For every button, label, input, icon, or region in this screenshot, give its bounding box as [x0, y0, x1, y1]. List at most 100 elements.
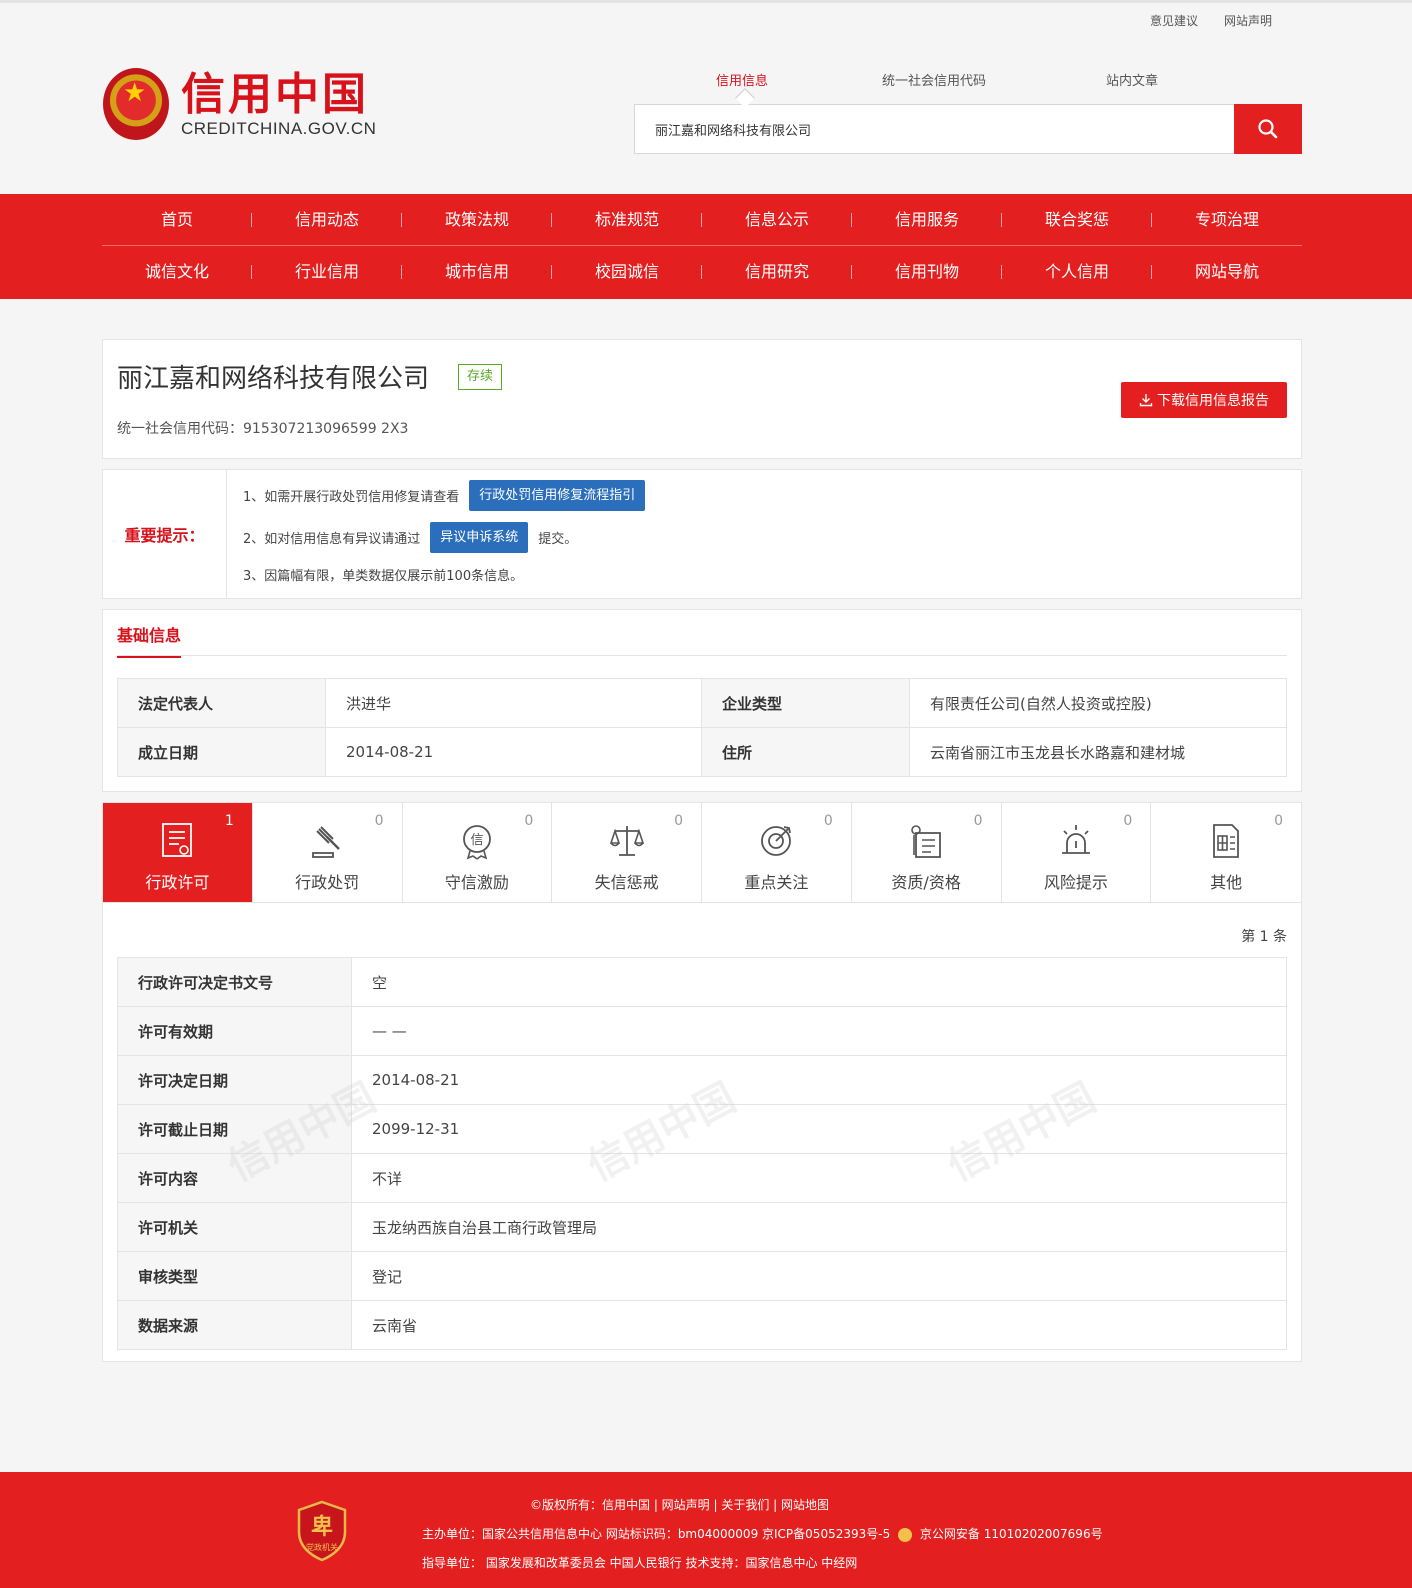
search-icon: [1258, 119, 1278, 139]
main-nav: 首页 信用动态 政策法规 标准规范 信息公示 信用服务 联合奖惩 专项治理 诚信…: [0, 194, 1412, 299]
field-label: 许可有效期: [117, 1006, 352, 1056]
search-input[interactable]: [635, 105, 1234, 153]
table-row: 许可有效期 — —: [117, 1006, 1287, 1056]
nav-item-campus-integrity[interactable]: 校园诚信: [552, 246, 702, 298]
objection-system-button[interactable]: 异议申诉系统: [430, 522, 529, 553]
tab-other[interactable]: 0 其他: [1151, 803, 1301, 902]
scale-icon: [609, 826, 644, 856]
tab-label: 守信激励: [444, 873, 509, 892]
nav-item-industry-credit[interactable]: 行业信用: [252, 246, 402, 298]
notice-line-2: 2、如对信用信息有异议请通过 异议申诉系统 提交。: [243, 522, 577, 553]
nav-item-special-governance[interactable]: 专项治理: [1152, 194, 1302, 246]
nav-item-credit-journals[interactable]: 信用刊物: [852, 246, 1002, 298]
site-logo[interactable]: ★ 信用中国 CREDITCHINA.GOV.CN: [103, 68, 376, 140]
tab-credit-incentive[interactable]: 0 信 守信激励: [403, 803, 553, 902]
nav-item-rewards-penalties[interactable]: 联合奖惩: [1002, 194, 1152, 246]
tab-admin-license[interactable]: 1 行政许可: [103, 803, 253, 902]
nav-item-credit-research[interactable]: 信用研究: [702, 246, 852, 298]
tab-admin-penalty[interactable]: 0 行政处罚: [253, 803, 403, 902]
field-value: 空: [351, 957, 1287, 1007]
field-label: 许可截止日期: [117, 1104, 352, 1154]
nav-item-standards[interactable]: 标准规范: [552, 194, 702, 246]
field-value: 有限责任公司(自然人投资或控股): [909, 678, 1287, 728]
field-label: 审核类型: [117, 1251, 352, 1301]
field-label: 法定代表人: [117, 678, 326, 728]
table-row: 审核类型 登记: [117, 1251, 1287, 1301]
footer-links[interactable]: ©版权所有：信用中国 | 网站声明 | 关于我们 | 网站地图: [530, 1496, 829, 1513]
svg-text:党政机关: 党政机关: [306, 1542, 338, 1552]
field-value: 不详: [351, 1153, 1287, 1203]
tab-dishonesty-penalty[interactable]: 0 失信惩戒: [552, 803, 702, 902]
notice-text-2-suffix: 提交。: [538, 532, 578, 547]
notice-line-1: 1、如需开展行政处罚信用修复请查看 行政处罚信用修复流程指引: [243, 480, 646, 511]
download-report-button[interactable]: 下载信用信息报告: [1121, 382, 1287, 418]
search-tab-credit-info[interactable]: 信用信息: [716, 70, 768, 89]
police-badge-icon: [898, 1527, 913, 1542]
nav-item-disclosure[interactable]: 信息公示: [702, 194, 852, 246]
table-row: 数据来源 云南省: [117, 1300, 1287, 1350]
nav-item-city-credit[interactable]: 城市信用: [402, 246, 552, 298]
basic-info-panel: 基础信息 法定代表人 洪进华 企业类型 有限责任公司(自然人投资或控股) 成立日…: [102, 609, 1302, 792]
tab-label: 行政许可: [145, 873, 210, 892]
table-row: 法定代表人 洪进华 企业类型 有限责任公司(自然人投资或控股): [117, 678, 1287, 728]
download-icon: [1139, 394, 1153, 407]
search-tabs: 信用信息 统一社会信用代码 站内文章: [634, 70, 1294, 90]
nav-row-2: 诚信文化 行业信用 城市信用 校园诚信 信用研究 信用刊物 个人信用 网站导航: [102, 246, 1302, 298]
basic-info-title: 基础信息: [117, 622, 182, 658]
field-label: 企业类型: [701, 678, 910, 728]
field-label: 成立日期: [117, 727, 326, 777]
search-box: [634, 104, 1234, 154]
footer-police-record[interactable]: 京公网安备 11010202007696号: [920, 1527, 1103, 1541]
field-label: 许可机关: [117, 1202, 352, 1252]
nav-item-integrity-culture[interactable]: 诚信文化: [102, 246, 252, 298]
field-label: 住所: [701, 727, 910, 777]
table-row: 许可决定日期 2014-08-21: [117, 1055, 1287, 1105]
target-icon: [761, 826, 792, 856]
record-index: 第 1 条: [1241, 929, 1287, 945]
nav-item-credit-service[interactable]: 信用服务: [852, 194, 1002, 246]
table-row: 许可截止日期 2099-12-31: [117, 1104, 1287, 1154]
svg-text:卑: 卑: [311, 1514, 333, 1540]
tab-label: 行政处罚: [295, 873, 360, 892]
footer-sponsor-text: 主办单位：国家公共信用信息中心 网站标识码：bm04000009 京ICP备05…: [422, 1527, 891, 1541]
svg-text:信: 信: [470, 833, 483, 848]
record-tabs: 1 行政许可 0 行政处罚 0 信 守信激励 0 失信惩戒 0 重点关注 0 资…: [103, 803, 1301, 903]
company-header-panel: 丽江嘉和网络科技有限公司 存续 统一社会信用代码：915307213096599…: [102, 339, 1302, 459]
tab-label: 重点关注: [744, 873, 809, 892]
field-value: 2099-12-31: [351, 1104, 1287, 1154]
nav-row-1: 首页 信用动态 政策法规 标准规范 信息公示 信用服务 联合奖惩 专项治理: [102, 194, 1302, 246]
table-row: 行政许可决定书文号空: [117, 957, 1287, 1007]
nav-item-policy[interactable]: 政策法规: [402, 194, 552, 246]
nav-item-personal-credit[interactable]: 个人信用: [1002, 246, 1152, 298]
field-value: 2014-08-21: [351, 1055, 1287, 1105]
other-doc-icon: [1213, 824, 1240, 858]
search-tab-articles[interactable]: 站内文章: [1106, 70, 1158, 89]
tab-label: 风险提示: [1043, 873, 1108, 892]
national-emblem-icon: ★: [103, 68, 169, 140]
gavel-icon: [312, 826, 340, 858]
repair-guide-button[interactable]: 行政处罚信用修复流程指引: [469, 480, 646, 511]
site-footer: 卑 党政机关 ©版权所有：信用中国 | 网站声明 | 关于我们 | 网站地图 主…: [0, 1472, 1412, 1588]
tab-qualification[interactable]: 0 资质/资格: [852, 803, 1002, 902]
field-value: — —: [351, 1006, 1287, 1056]
field-value: 玉龙纳西族自治县工商行政管理局: [351, 1202, 1287, 1252]
site-statement-link[interactable]: 网站声明: [1224, 12, 1272, 29]
party-government-badge-icon: 卑 党政机关: [297, 1500, 347, 1562]
section-divider: [117, 655, 1287, 656]
feedback-link[interactable]: 意见建议: [1150, 12, 1198, 29]
field-label: 许可决定日期: [117, 1055, 352, 1105]
tab-key-attention[interactable]: 0 重点关注: [702, 803, 852, 902]
nav-item-site-nav[interactable]: 网站导航: [1152, 246, 1302, 298]
field-value: 2014-08-21: [325, 727, 702, 777]
basic-info-table: 法定代表人 洪进华 企业类型 有限责任公司(自然人投资或控股) 成立日期 201…: [117, 678, 1287, 777]
nav-item-home[interactable]: 首页: [102, 194, 252, 246]
tab-risk-warning[interactable]: 0 风险提示: [1002, 803, 1152, 902]
table-row: 成立日期 2014-08-21 住所 云南省丽江市玉龙县长水路嘉和建材城: [117, 727, 1287, 777]
certificate-icon: [911, 825, 942, 858]
notice-line-3: 3、因篇幅有限，单类数据仅展示前100条信息。: [243, 565, 523, 584]
notice-text-2: 2、如对信用信息有异议请通过: [243, 532, 421, 547]
license-doc-icon: [162, 823, 193, 857]
nav-item-credit-news[interactable]: 信用动态: [252, 194, 402, 246]
search-tab-credit-code[interactable]: 统一社会信用代码: [882, 70, 986, 89]
search-button[interactable]: [1234, 104, 1302, 154]
